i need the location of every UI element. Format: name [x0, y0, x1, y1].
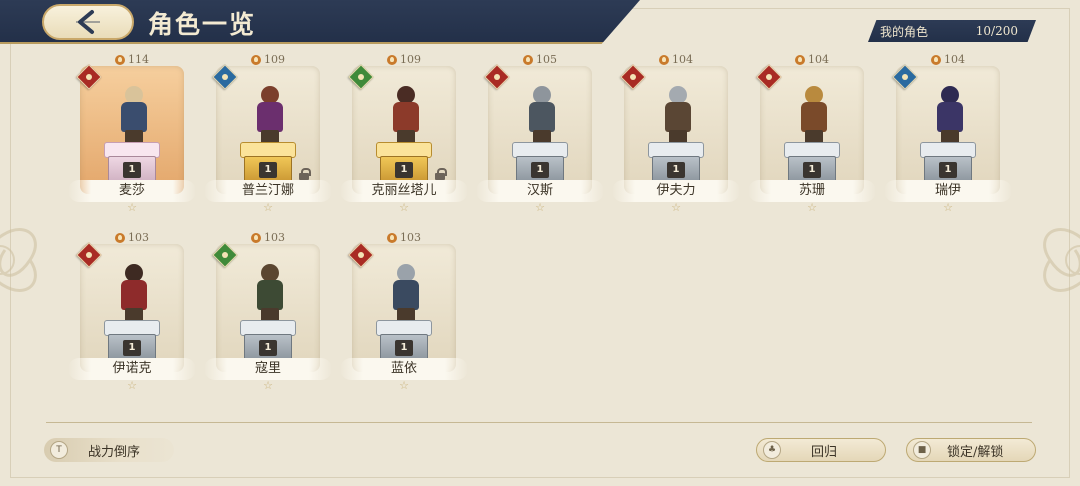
level-badge: 1: [939, 162, 957, 178]
character-card[interactable]: 109 1 普兰汀娜 ☆: [204, 53, 332, 214]
character-sprite: [658, 86, 698, 148]
sort-icon: T: [50, 441, 68, 459]
character-name: 瑞伊: [884, 180, 1012, 202]
character-sprite: [250, 264, 290, 326]
character-card[interactable]: 114 1 麦莎 ☆: [68, 53, 196, 214]
character-card[interactable]: 104 1 瑞伊 ☆: [884, 53, 1012, 214]
star-icon: ☆: [399, 379, 409, 392]
power-flame-icon: [659, 54, 669, 65]
character-name: 克丽丝塔儿: [340, 180, 468, 202]
power-value: 114: [128, 53, 149, 66]
level-badge: 1: [123, 162, 141, 178]
character-card[interactable]: 103 1 伊诺克 ☆: [68, 231, 196, 392]
character-counter: 我的角色 10/200: [868, 20, 1036, 42]
power-flame-icon: [387, 232, 397, 243]
level-badge: 1: [395, 162, 413, 178]
lock-label: 锁定/解锁: [947, 444, 1004, 460]
character-card[interactable]: 105 1 汉斯 ☆: [476, 53, 604, 214]
character-sprite: [930, 86, 970, 148]
power-value: 104: [944, 53, 965, 66]
level-badge: 1: [123, 340, 141, 356]
character-name: 汉斯: [476, 180, 604, 202]
back-button[interactable]: [42, 4, 134, 40]
power-value: 103: [400, 231, 421, 244]
character-sprite: [114, 264, 154, 326]
power-flame-icon: [251, 54, 261, 65]
level-badge: 1: [803, 162, 821, 178]
level-badge: 1: [667, 162, 685, 178]
lock-unlock-button[interactable]: ■ 锁定/解锁: [906, 438, 1036, 462]
footer-divider: [46, 422, 1032, 423]
character-card[interactable]: 104 1 苏珊 ☆: [748, 53, 876, 214]
power-flame-icon: [795, 54, 805, 65]
back-arrow-icon: [76, 10, 100, 34]
power-flame-icon: [931, 54, 941, 65]
level-badge: 1: [531, 162, 549, 178]
power-value: 104: [808, 53, 829, 66]
power-flame-icon: [251, 232, 261, 243]
star-icon: ☆: [127, 379, 137, 392]
power-value: 109: [400, 53, 421, 66]
return-icon: ♣: [763, 441, 781, 459]
star-icon: ☆: [807, 201, 817, 214]
character-card[interactable]: 103 1 蓝依 ☆: [340, 231, 468, 392]
character-name: 寇里: [204, 358, 332, 380]
page-title: 角色一览: [148, 10, 257, 39]
power-flame-icon: [523, 54, 533, 65]
level-badge: 1: [395, 340, 413, 356]
star-icon: ☆: [399, 201, 409, 214]
character-sprite: [794, 86, 834, 148]
character-card[interactable]: 109 1 克丽丝塔儿 ☆: [340, 53, 468, 214]
lock-icon: ■: [913, 441, 931, 459]
character-sprite: [386, 264, 426, 326]
star-icon: ☆: [263, 201, 273, 214]
sort-button[interactable]: T 战力倒序: [44, 438, 174, 462]
character-card[interactable]: 103 1 寇里 ☆: [204, 231, 332, 392]
star-icon: ☆: [943, 201, 953, 214]
level-badge: 1: [259, 162, 277, 178]
lock-icon: [299, 168, 311, 180]
counter-value: 10/200: [975, 24, 1018, 38]
lock-icon: [435, 168, 447, 180]
character-sprite: [522, 86, 562, 148]
character-sprite: [114, 86, 154, 148]
power-flame-icon: [387, 54, 397, 65]
return-label: 回归: [811, 444, 838, 460]
power-flame-icon: [115, 232, 125, 243]
character-name: 苏珊: [748, 180, 876, 202]
character-card[interactable]: 104 1 伊夫力 ☆: [612, 53, 740, 214]
character-name: 普兰汀娜: [204, 180, 332, 202]
star-icon: ☆: [127, 201, 137, 214]
sort-label: 战力倒序: [88, 444, 141, 460]
return-button[interactable]: ♣ 回归: [756, 438, 886, 462]
level-badge: 1: [259, 340, 277, 356]
character-name: 伊夫力: [612, 180, 740, 202]
character-name: 蓝依: [340, 358, 468, 380]
character-sprite: [386, 86, 426, 148]
power-flame-icon: [115, 54, 125, 65]
power-value: 105: [536, 53, 557, 66]
star-icon: ☆: [535, 201, 545, 214]
power-value: 103: [264, 231, 285, 244]
character-sprite: [250, 86, 290, 148]
ornament-right: [1043, 228, 1080, 292]
character-name: 伊诺克: [68, 358, 196, 380]
power-value: 104: [672, 53, 693, 66]
counter-label: 我的角色: [880, 24, 929, 39]
ornament-left: [0, 228, 37, 292]
star-icon: ☆: [671, 201, 681, 214]
star-icon: ☆: [263, 379, 273, 392]
character-name: 麦莎: [68, 180, 196, 202]
power-value: 109: [264, 53, 285, 66]
power-value: 103: [128, 231, 149, 244]
